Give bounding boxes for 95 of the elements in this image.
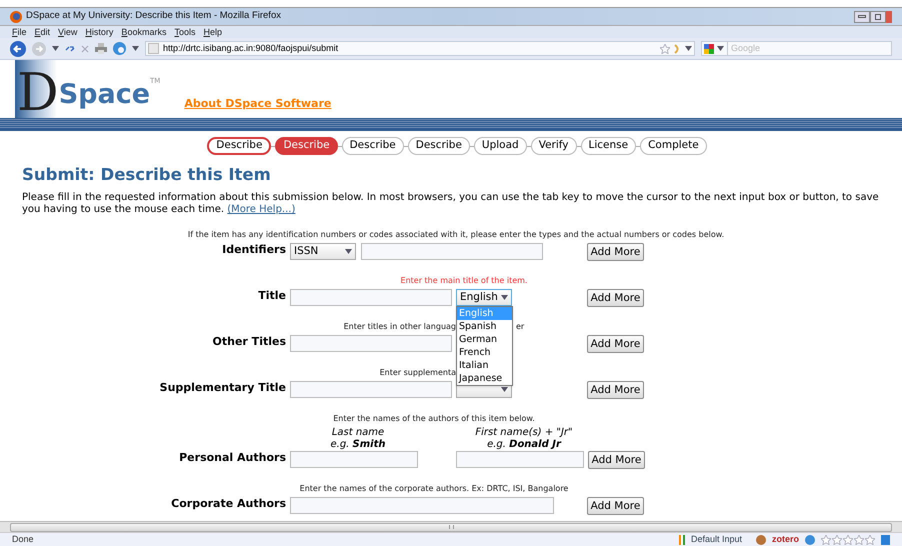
menu-item[interactable]: History xyxy=(85,28,114,36)
caret-icon xyxy=(345,249,352,254)
add-more-button[interactable]: Add More xyxy=(587,289,644,307)
add-more-button[interactable]: Add More xyxy=(587,497,644,515)
address-bar[interactable]: http://drtc.isibang.ac.in:9080/faojspui/submit xyxy=(145,41,695,56)
text-field[interactable] xyxy=(361,243,543,260)
caret-icon xyxy=(52,46,59,51)
scroll-thumb[interactable] xyxy=(10,522,892,532)
column-caption: First name(s) + "Jr" xyxy=(475,427,573,439)
progress-step[interactable]: Verify xyxy=(530,137,576,155)
dropdown-option[interactable]: Japanese xyxy=(457,372,512,385)
feed-icon[interactable] xyxy=(674,44,681,54)
language-select[interactable]: ISSN xyxy=(290,243,356,260)
text-field[interactable] xyxy=(290,335,452,352)
progress-step[interactable]: License xyxy=(580,137,636,155)
add-more-button[interactable]: Add More xyxy=(587,335,644,353)
maximize-button[interactable] xyxy=(870,10,886,22)
close-button[interactable] xyxy=(886,10,892,22)
field-label: Other Titles xyxy=(212,335,286,348)
zotero-icon[interactable] xyxy=(756,534,766,544)
hint-text: Enter the names of the authors of this item below. xyxy=(333,413,535,424)
field-label: Identifiers xyxy=(222,243,286,256)
dropdown-option[interactable]: Spanish xyxy=(457,320,512,333)
intro-paragraph: Please fill in the requested information about this submission below. In most browsers, you can use the tab key to move the cursor to the next input box or button, to save you having to use the mouse each time. (More Help...) xyxy=(22,192,880,216)
search-engine-icon[interactable] xyxy=(704,44,714,54)
hint-text: Enter the names of the corporate authors. Ex: DRTC, ISI, Bangalore xyxy=(300,483,568,494)
rating-star-icon[interactable] xyxy=(843,534,853,544)
field-label: Supplementary Title xyxy=(160,381,286,394)
column-caption: Last name xyxy=(332,427,384,439)
reload-icon[interactable] xyxy=(65,44,75,54)
back-icon[interactable] xyxy=(10,40,26,56)
rating-star-icon[interactable] xyxy=(865,534,875,544)
caret-icon xyxy=(132,46,139,51)
caret-icon xyxy=(717,46,724,51)
text-field[interactable] xyxy=(290,497,554,514)
help-link[interactable]: (More Help...) xyxy=(227,204,296,215)
minimize-button[interactable] xyxy=(854,10,870,22)
input-method-label[interactable]: Default Input xyxy=(690,532,742,546)
menu-item[interactable]: File xyxy=(12,28,27,36)
star-icon[interactable] xyxy=(660,44,670,54)
text-field[interactable] xyxy=(290,451,418,468)
stop-icon[interactable] xyxy=(81,44,89,52)
text-field[interactable] xyxy=(456,451,584,468)
menu-item[interactable]: View xyxy=(58,28,78,36)
language-select[interactable]: English xyxy=(456,289,512,306)
caret-icon xyxy=(501,295,508,300)
dropdown-option[interactable]: German xyxy=(457,333,512,346)
print-icon[interactable] xyxy=(95,43,107,54)
forward-icon[interactable] xyxy=(32,42,46,56)
star-rating[interactable] xyxy=(821,534,875,544)
rating-star-icon[interactable] xyxy=(832,534,842,544)
text-field[interactable] xyxy=(290,289,452,306)
search-input[interactable]: Google xyxy=(727,42,889,56)
example-text: e.g. Smith xyxy=(330,439,386,451)
site-icon xyxy=(148,43,159,54)
browser-logo-icon xyxy=(10,10,22,22)
menu-item[interactable]: Edit xyxy=(34,28,50,36)
menu-item[interactable]: Bookmarks xyxy=(121,28,166,36)
dropdown-option[interactable]: French xyxy=(457,346,512,359)
example-text: e.g. Donald Jr xyxy=(487,439,561,451)
dropdown-option[interactable]: Italian xyxy=(457,359,512,372)
progress-step[interactable]: Describe xyxy=(207,137,272,155)
add-more-button[interactable]: Add More xyxy=(588,451,645,469)
search-field[interactable]: Google xyxy=(701,41,892,56)
rating-star-icon[interactable] xyxy=(821,534,831,544)
hint-text: Enter supplementa xyxy=(380,367,456,378)
window-title: DSpace at My University: Describe this Item - Mozilla Firefox xyxy=(26,9,281,24)
field-label: Title xyxy=(258,289,286,302)
horizontal-scrollbar[interactable] xyxy=(0,521,902,532)
add-more-button[interactable]: Add More xyxy=(587,243,644,261)
progress-step[interactable]: Describe xyxy=(408,137,470,155)
globe-icon[interactable] xyxy=(805,534,815,544)
hint-text: Enter titles in other languag xyxy=(344,321,456,332)
hint-text: Enter the main title of the item. xyxy=(400,275,528,286)
menu-item[interactable]: Help xyxy=(203,28,222,36)
progress-step[interactable]: Describe xyxy=(342,137,404,155)
field-label: Personal Authors xyxy=(179,451,286,464)
zotero-label[interactable]: zotero xyxy=(772,532,799,546)
progress-step[interactable]: Complete xyxy=(640,137,707,155)
rating-star-icon[interactable] xyxy=(854,534,864,544)
progress-step[interactable]: Upload xyxy=(474,137,527,155)
status-text: Done xyxy=(12,532,34,546)
add-more-button[interactable]: Add More xyxy=(587,381,644,399)
page-heading: Submit: Describe this Item xyxy=(22,165,272,185)
flag-icon xyxy=(678,534,685,544)
field-label: Corporate Authors xyxy=(171,497,286,510)
progress-step[interactable]: Describe xyxy=(275,137,338,155)
globe-icon[interactable] xyxy=(113,42,126,55)
hint-text: If the item has any identification numbers or codes associated with it, please enter the types and the actual numbers or codes below. xyxy=(188,229,724,240)
extension-icon[interactable] xyxy=(881,534,890,544)
text-field[interactable] xyxy=(290,381,452,398)
url-text: http://drtc.isibang.ac.in:9080/faojspui/submit xyxy=(163,42,340,55)
menu-item[interactable]: Tools xyxy=(174,28,196,36)
hint-text: er xyxy=(516,321,524,332)
caret-icon xyxy=(685,46,692,51)
